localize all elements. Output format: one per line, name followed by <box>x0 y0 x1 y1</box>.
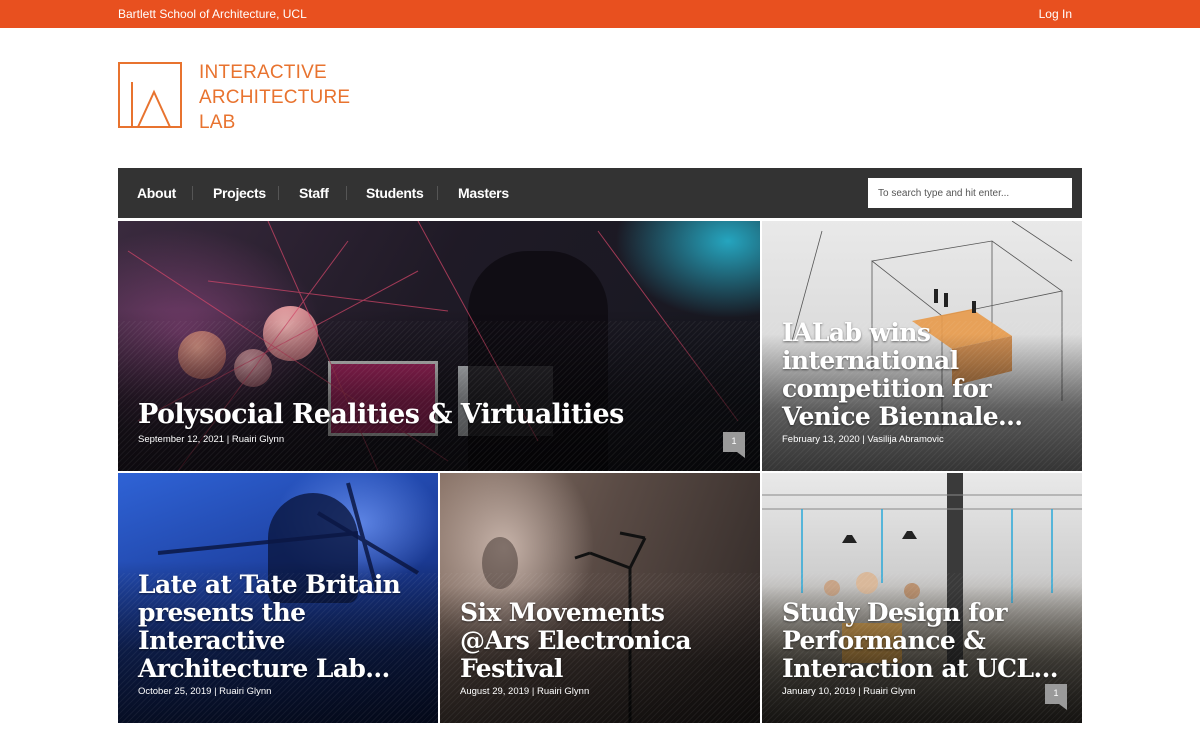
post-meta: January 10, 2019 | Ruairi Glynn <box>782 686 915 697</box>
nav-divider <box>346 186 347 200</box>
post-meta: February 13, 2020 | Vasilija Abramovic <box>782 434 944 445</box>
site-name[interactable]: Bartlett School of Architecture, UCL <box>118 7 307 21</box>
nav-item-staff[interactable]: Staff <box>299 168 329 218</box>
post-author[interactable]: Ruairi Glynn <box>863 686 915 697</box>
nav-item-projects[interactable]: Projects <box>213 168 266 218</box>
post-title[interactable]: Polysocial Realities & Virtualities <box>138 401 740 429</box>
post-tile[interactable]: Six Movements @Ars Electronica Festival … <box>440 473 760 723</box>
post-author[interactable]: Vasilija Abramovic <box>867 434 943 445</box>
post-meta: September 12, 2021 | Ruairi Glynn <box>138 434 284 445</box>
top-bar: Bartlett School of Architecture, UCL Log… <box>0 0 1200 28</box>
nav-divider <box>437 186 438 200</box>
post-author[interactable]: Ruairi Glynn <box>219 686 271 697</box>
comment-bubble-icon[interactable]: 1 <box>723 432 745 458</box>
nav-item-about[interactable]: About <box>137 168 176 218</box>
post-tile[interactable]: Late at Tate Britain presents the Intera… <box>118 473 438 723</box>
logo-line: INTERACTIVE <box>199 62 327 83</box>
logo-wordmark: INTERACTIVE ARCHITECTURE LAB <box>199 60 350 135</box>
post-author[interactable]: Ruairi Glynn <box>232 434 284 445</box>
post-date: August 29, 2019 <box>460 686 530 697</box>
nav-item-students[interactable]: Students <box>366 168 424 218</box>
post-title[interactable]: Six Movements @Ars Electronica Festival <box>460 599 740 683</box>
comment-bubble-icon[interactable]: 1 <box>1045 684 1067 710</box>
post-meta: October 25, 2019 | Ruairi Glynn <box>138 686 271 697</box>
logo-line: LAB <box>199 112 236 133</box>
post-date: September 12, 2021 <box>138 434 225 445</box>
main-nav: About Projects Staff Students Masters <box>118 168 1082 218</box>
logo-line: ARCHITECTURE <box>199 87 351 108</box>
logo-mark-icon <box>118 62 182 128</box>
post-title[interactable]: IALab wins international competition for… <box>782 319 1062 431</box>
nav-divider <box>192 186 193 200</box>
search-input[interactable] <box>868 178 1072 208</box>
post-tile[interactable]: Polysocial Realities & Virtualities Sept… <box>118 221 760 471</box>
image-texture <box>118 321 760 471</box>
post-author[interactable]: Ruairi Glynn <box>537 686 589 697</box>
nav-item-masters[interactable]: Masters <box>458 168 509 218</box>
post-date: October 25, 2019 <box>138 686 212 697</box>
post-date: January 10, 2019 <box>782 686 856 697</box>
post-title[interactable]: Study Design for Performance & Interacti… <box>782 599 1062 683</box>
post-title[interactable]: Late at Tate Britain presents the Intera… <box>138 571 418 683</box>
post-tile[interactable]: Study Design for Performance & Interacti… <box>762 473 1082 723</box>
post-tile[interactable]: IALab wins international competition for… <box>762 221 1082 471</box>
nav-divider <box>278 186 279 200</box>
site-logo[interactable]: INTERACTIVE ARCHITECTURE LAB <box>118 60 358 135</box>
post-date: February 13, 2020 <box>782 434 860 445</box>
post-meta: August 29, 2019 | Ruairi Glynn <box>460 686 589 697</box>
login-link[interactable]: Log In <box>1039 7 1072 21</box>
